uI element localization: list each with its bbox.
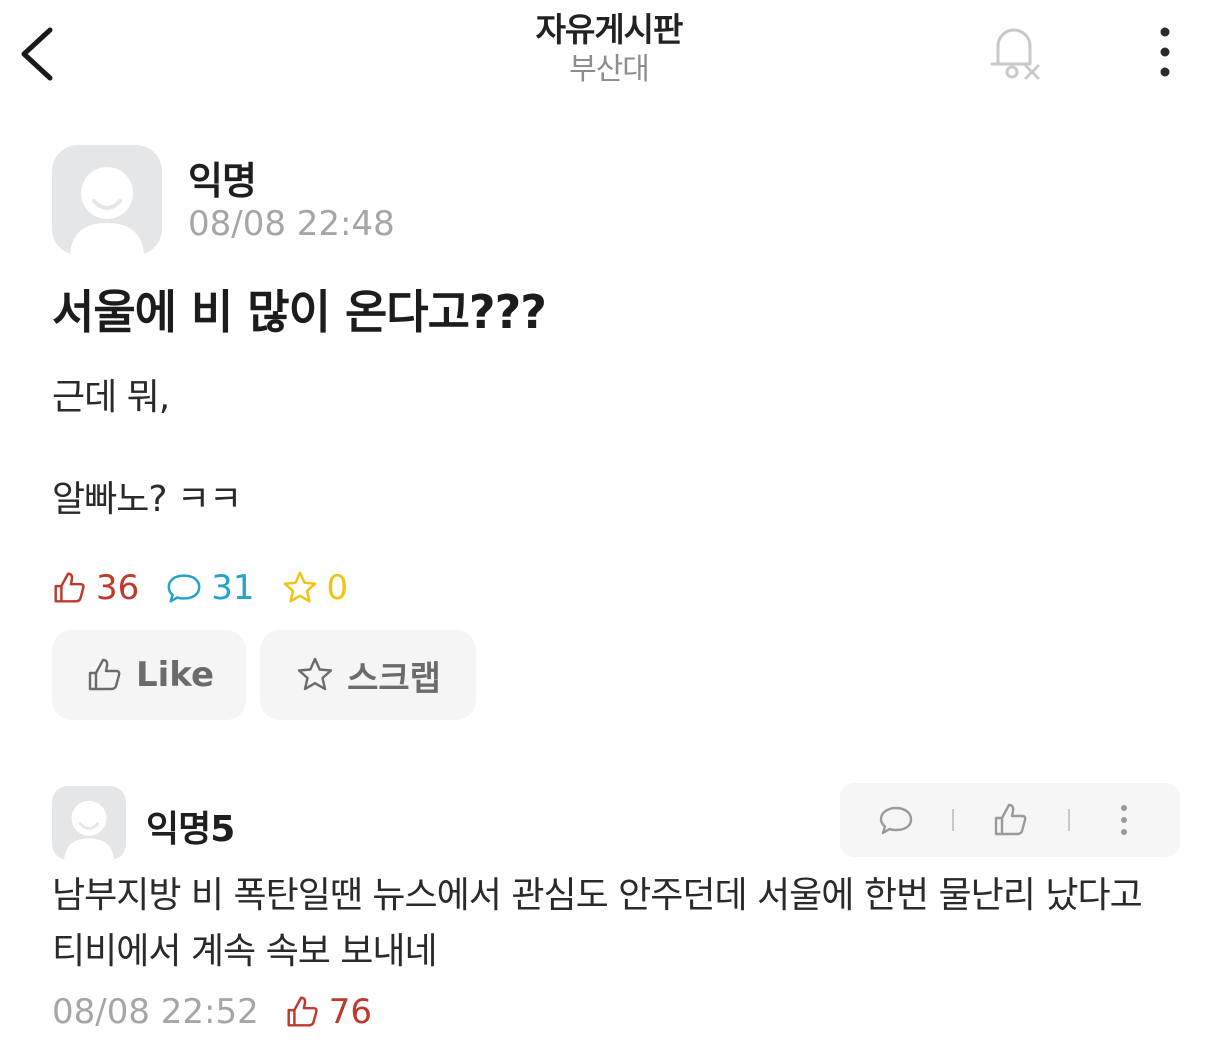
- comment-like-button[interactable]: [990, 800, 1030, 840]
- comment-author: 익명5: [146, 809, 235, 850]
- comment-bubble-icon: [165, 569, 203, 607]
- like-button-label: Like: [135, 655, 215, 695]
- notification-button[interactable]: [982, 18, 1046, 82]
- scrap-button-label: 스크랩: [347, 658, 441, 699]
- comment-text: 남부지방 비 폭탄일땐 뉴스에서 관심도 안주던데 서울에 한번 물난리 났다고…: [52, 875, 1143, 972]
- more-options-button[interactable]: [1150, 24, 1180, 80]
- scrap-count: 0: [326, 568, 349, 608]
- like-button[interactable]: Like: [52, 630, 246, 720]
- board-title-group: 자유게시판 부산대: [409, 10, 809, 90]
- commenter-avatar: [52, 786, 126, 860]
- post-stats: 36 31 0: [50, 566, 374, 610]
- school-name: 부산대: [569, 52, 650, 87]
- post-body-line: 근데 뭐,: [52, 377, 170, 418]
- thumbs-up-icon: [994, 803, 1027, 836]
- chevron-left-icon: [21, 27, 53, 81]
- author-avatar: [52, 145, 162, 255]
- comment-timestamp: 08/08 22:52: [52, 992, 259, 1032]
- post-title: 서울에 비 많이 온다고???: [52, 285, 547, 339]
- anonymous-avatar-icon: [64, 800, 114, 860]
- more-vertical-icon: [1121, 805, 1127, 835]
- divider: [952, 809, 954, 831]
- comment-bubble-icon: [879, 806, 913, 835]
- thumbs-up-icon: [283, 993, 321, 1031]
- back-button[interactable]: [14, 22, 62, 86]
- top-bar: 자유게시판 부산대: [0, 0, 1218, 110]
- star-icon: [295, 655, 335, 695]
- board-title: 자유게시판: [535, 10, 684, 49]
- post-timestamp: 08/08 22:48: [188, 204, 395, 244]
- comment-action-bar: [840, 783, 1180, 857]
- like-count: 36: [96, 568, 140, 608]
- comment-like-count: 76: [328, 992, 373, 1032]
- anonymous-avatar-icon: [70, 167, 144, 255]
- thumbs-up-icon: [84, 655, 124, 695]
- post-body-line: 알빠노? ㅋㅋ: [52, 479, 242, 520]
- scrap-button[interactable]: 스크랩: [260, 630, 476, 720]
- reply-button[interactable]: [876, 800, 916, 840]
- thumbs-up-icon: [50, 569, 88, 607]
- post-author: 익명: [188, 159, 257, 203]
- divider: [1068, 809, 1070, 831]
- comment-more-button[interactable]: [1104, 800, 1144, 840]
- comment-meta: 08/08 22:52 76: [52, 990, 372, 1034]
- star-icon: [281, 569, 319, 607]
- bell-off-icon: [990, 28, 1040, 80]
- more-vertical-icon: [1160, 27, 1170, 77]
- comment-count: 31: [211, 568, 255, 608]
